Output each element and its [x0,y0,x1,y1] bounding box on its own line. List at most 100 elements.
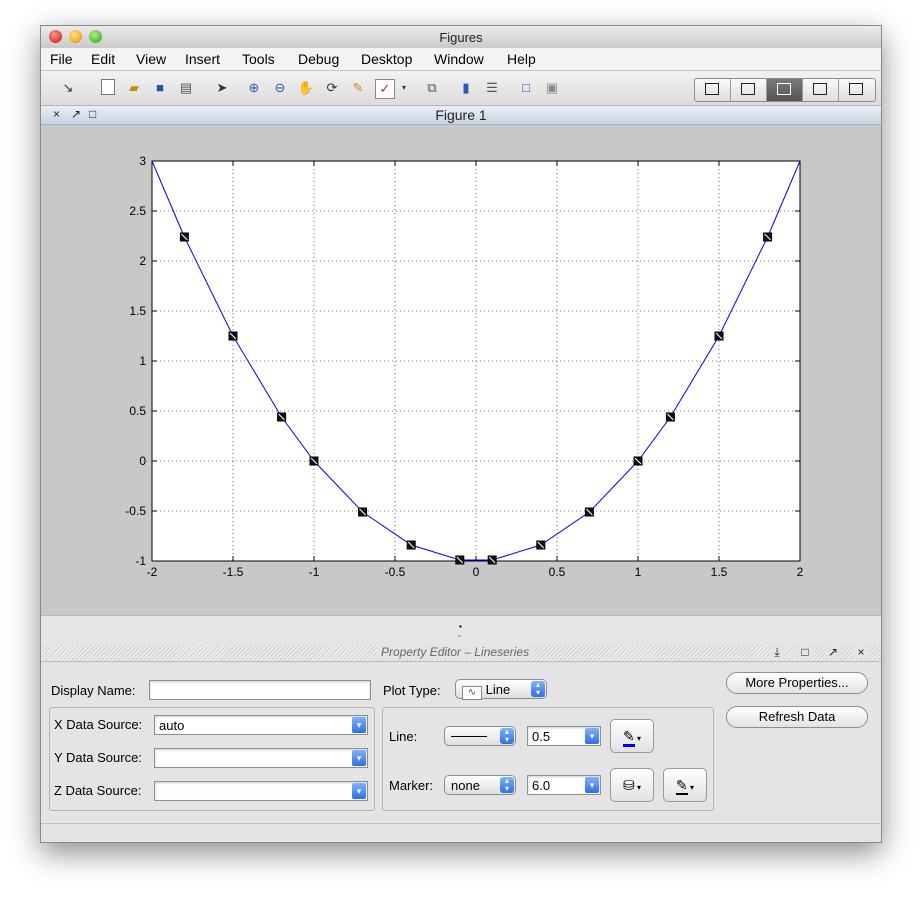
x-tick-label: -1.5 [223,565,244,579]
plot-svg: -2 -1.5 -1 -0.5 0 0.5 1 1.5 2 -1 -0.5 0 0.5 1 1.5 2 2.5 3 [125,154,804,579]
property-editor-header: Property Editor – Lineseries ⤓ □ ↗ × [41,645,881,662]
x-source-combo[interactable]: auto ▾ [154,715,368,735]
menu-file[interactable]: File [50,51,73,67]
hide-plot-tools-icon[interactable]: □ [517,79,535,97]
menu-tools[interactable]: Tools [242,51,275,67]
marker-arrow-icon: ▴ ▾ [500,777,514,793]
menu-desktop[interactable]: Desktop [361,51,412,67]
line-width-value: 0.5 [532,729,551,744]
menu-edit[interactable]: Edit [91,51,115,67]
x-source-dropdown-icon[interactable]: ▾ [352,717,366,733]
y-tick-label: 0 [139,454,146,468]
layout-rows-icon[interactable] [767,79,803,101]
rotate-3d-icon[interactable]: ⟳ [323,79,341,97]
x-tick-label: 1.5 [711,565,728,579]
y-source-combo[interactable]: ▾ [154,748,368,768]
panel-divider[interactable]: ▪ ˆ [41,615,881,647]
display-name-input[interactable] [149,680,371,700]
marker-select[interactable]: none ▴ ▾ [444,775,516,795]
layout-columns-icon[interactable] [731,79,767,101]
figure-canvas: -2 -1.5 -1 -0.5 0 0.5 1 1.5 2 -1 -0.5 0 0.5 1 1.5 2 2.5 3 [41,125,881,615]
plot-type-select[interactable]: ∿ Line ▴ ▾ [455,679,547,700]
line-color-button[interactable]: ✎ ▾ [610,719,654,753]
plot-type-label: Plot Type: [383,683,441,698]
z-source-dropdown-icon[interactable]: ▾ [352,783,366,799]
menu-view[interactable]: View [136,51,166,67]
y-tick-label: 0.5 [129,404,146,418]
print-icon[interactable]: ▤ [177,79,195,97]
plot-type-value: Line [485,682,511,697]
zoom-in-icon[interactable]: ⊕ [245,79,263,97]
figure-toolbar: ↘ ▰ ■ ▤ ➤ ⊕ ⊖ ✋ ⟳ ✎ ✓ ▾ ⧉ ▮ ☰ □ ▣ [41,71,881,106]
pointer-icon[interactable]: ➤ [213,79,231,97]
data-cursor-icon[interactable]: ✎ [349,79,367,97]
figure-tab-bar: × ↗ □ Figure 1 [41,106,881,125]
undock-panel-icon[interactable]: ↗ [825,645,841,659]
x-tick-label: -2 [147,565,158,579]
status-bar [41,823,881,842]
x-tick-label: -0.5 [385,565,406,579]
menu-debug[interactable]: Debug [298,51,339,67]
line-width-combo[interactable]: 0.5 ▾ [527,726,601,746]
layout-float-icon[interactable] [803,79,839,101]
y-tick-label: 2 [139,254,146,268]
close-panel-icon[interactable]: × [853,645,869,659]
line-label: Line: [389,729,418,744]
layout-grid-icon[interactable] [695,79,731,101]
marker-size-dropdown-icon[interactable]: ▾ [585,777,599,793]
refresh-data-button[interactable]: Refresh Data [726,706,868,728]
figures-window: Figures File Edit View Insert Tools Debu… [40,25,882,843]
line-width-dropdown-icon[interactable]: ▾ [585,728,599,744]
property-editor-title: Property Editor – Lineseries [377,645,534,659]
marker-fill-button[interactable]: ⛁ ▾ [610,768,654,802]
x-source-label: X Data Source: [54,717,143,732]
title-bar: Figures [41,26,881,49]
menu-help[interactable]: Help [507,51,536,67]
link-plot-icon[interactable]: ⧉ [423,79,441,97]
y-tick-label: 2.5 [129,204,146,218]
layout-maximize-icon[interactable] [839,79,874,101]
display-name-label: Display Name: [51,683,136,698]
marker-size-combo[interactable]: 6.0 ▾ [527,775,601,795]
colorbar-icon[interactable]: ▮ [457,79,475,97]
save-icon[interactable]: ■ [151,79,169,97]
y-tick-label: 1.5 [129,304,146,318]
new-figure-icon[interactable] [99,79,117,97]
x-tick-label: 0.5 [549,565,566,579]
x-tick-label: 2 [797,565,804,579]
line-style-select[interactable]: ▴ ▾ [444,726,516,746]
show-plot-tools-icon[interactable]: ▣ [543,79,561,97]
line-style-arrow-icon: ▴ ▾ [500,728,514,744]
menu-insert[interactable]: Insert [185,51,220,67]
dock-arrow-icon[interactable]: ↘ [59,79,77,97]
z-source-combo[interactable]: ▾ [154,781,368,801]
pin-panel-icon[interactable]: ⤓ [769,645,785,660]
x-source-value: auto [159,718,185,733]
marker-size-value: 6.0 [532,778,551,793]
plot-type-arrow-icon: ▴ ▾ [531,681,545,697]
menu-bar: File Edit View Insert Tools Debug Deskto… [41,48,881,71]
more-properties-button[interactable]: More Properties... [726,672,868,694]
brush-dropdown-icon[interactable]: ▾ [395,79,413,97]
legend-icon[interactable]: ☰ [483,79,501,97]
layout-switcher [694,78,876,102]
menu-window[interactable]: Window [434,51,484,67]
pen-edge-icon: ✎ [676,777,688,795]
x-tick-label: 0 [473,565,480,579]
y-source-dropdown-icon[interactable]: ▾ [352,750,366,766]
marker-label: Marker: [389,778,434,793]
maximize-panel-icon[interactable]: □ [797,645,813,659]
y-tick-label: -1 [135,554,146,568]
line-type-icon: ∿ [462,686,482,700]
marker-edge-button[interactable]: ✎ ▾ [663,768,707,802]
open-folder-icon[interactable]: ▰ [125,79,143,97]
marker-value: none [451,778,480,793]
pan-hand-icon[interactable]: ✋ [297,79,315,97]
brush-icon[interactable]: ✓ [375,79,395,99]
data-source-group: X Data Source: auto ▾ Y Data Source: ▾ Z… [49,707,375,811]
zoom-out-icon[interactable]: ⊖ [271,79,289,97]
window-title: Figures [439,30,483,45]
expand-down-icon[interactable]: ˆ [458,634,461,644]
collapse-up-icon[interactable]: ▪ [459,622,462,631]
y-tick-label: -0.5 [125,504,146,518]
